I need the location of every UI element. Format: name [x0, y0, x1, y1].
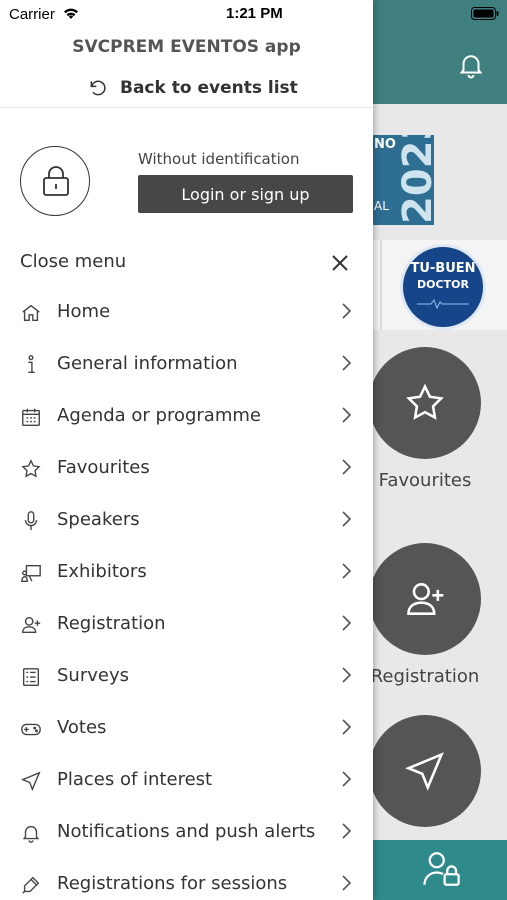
- footer-bar: [373, 840, 507, 900]
- calendar-icon: [22, 408, 40, 426]
- menu-item-label: Registration: [57, 613, 166, 634]
- favourites-tile[interactable]: [369, 347, 481, 459]
- menu-item-notifications[interactable]: Notifications and push alerts: [0, 808, 373, 860]
- chevron-right-icon: [342, 511, 352, 527]
- logo-text-1: TU-BUEN: [410, 261, 476, 276]
- star-icon: [406, 383, 444, 420]
- undo-arrow-icon: [90, 80, 106, 96]
- star-icon: [21, 459, 41, 478]
- menu-item-agenda[interactable]: Agenda or programme: [0, 392, 373, 444]
- chevron-right-icon: [342, 875, 352, 891]
- identification-status: Without identification: [138, 150, 300, 168]
- menu-item-label: Notifications and push alerts: [57, 821, 316, 842]
- chevron-right-icon: [342, 719, 352, 735]
- gamepad-icon: [21, 723, 41, 736]
- sponsor-logo[interactable]: TU-BUEN DOCTOR: [400, 244, 486, 330]
- location-arrow-icon: [20, 771, 41, 792]
- menu-item-session-registrations[interactable]: Registrations for sessions: [0, 860, 373, 900]
- menu-item-home[interactable]: Home: [0, 288, 373, 340]
- bell-icon: [22, 825, 40, 843]
- back-to-events-button[interactable]: Back to events list: [88, 76, 298, 100]
- app-title: SVCPREM EVENTOS app: [72, 37, 301, 57]
- carrier-label: Carrier: [9, 6, 55, 23]
- banner-text-bottom: AL: [374, 199, 389, 213]
- survey-icon: [22, 668, 40, 686]
- chevron-right-icon: [342, 355, 352, 371]
- banner-year: 2023: [395, 135, 434, 224]
- favourites-tile-label: Favourites: [378, 470, 472, 491]
- bell-icon[interactable]: [456, 50, 486, 80]
- location-arrow-icon: [405, 752, 444, 791]
- close-icon[interactable]: [331, 254, 349, 272]
- menu-item-label: Places of interest: [57, 769, 213, 790]
- chevron-right-icon: [342, 563, 352, 579]
- chevron-right-icon: [342, 615, 352, 631]
- menu-item-label: Favourites: [57, 457, 150, 478]
- menu-item-label: Surveys: [57, 665, 129, 686]
- places-tile[interactable]: [369, 715, 481, 827]
- add-user-icon: [22, 616, 41, 634]
- menu-item-favourites[interactable]: Favourites: [0, 444, 373, 496]
- menu-item-places-of-interest[interactable]: Places of interest: [0, 756, 373, 808]
- menu-item-surveys[interactable]: Surveys: [0, 652, 373, 704]
- add-user-icon: [407, 583, 444, 615]
- side-drawer: SVCPREM EVENTOS app Back to events list …: [0, 0, 373, 900]
- pulse-line-icon: [417, 299, 469, 309]
- menu-item-votes[interactable]: Votes: [0, 704, 373, 756]
- menu-item-label: Registrations for sessions: [57, 873, 288, 894]
- menu-item-label: Exhibitors: [57, 561, 147, 582]
- info-icon: [28, 355, 35, 374]
- status-bar: Carrier 1:21 PM: [0, 0, 507, 28]
- menu-item-speakers[interactable]: Speakers: [0, 496, 373, 548]
- banner-text-top: NO: [374, 137, 396, 152]
- chevron-right-icon: [342, 823, 352, 839]
- divider: [0, 107, 373, 108]
- registration-tile[interactable]: [369, 543, 481, 655]
- menu-item-general-information[interactable]: General information: [0, 340, 373, 392]
- microphone-icon: [24, 511, 38, 531]
- menu-item-exhibitors[interactable]: Exhibitors: [0, 548, 373, 600]
- menu-item-registration[interactable]: Registration: [0, 600, 373, 652]
- home-icon: [22, 304, 40, 322]
- lock-icon: [43, 166, 69, 196]
- menu-item-label: Home: [57, 301, 111, 322]
- pen-icon: [22, 876, 40, 894]
- chevron-right-icon: [342, 303, 352, 319]
- close-menu-label: Close menu: [20, 251, 127, 272]
- menu-item-label: Votes: [57, 717, 107, 738]
- login-button[interactable]: Login or sign up: [138, 175, 353, 213]
- user-lock-icon[interactable]: [421, 848, 463, 890]
- logo-text-2: DOCTOR: [417, 278, 469, 291]
- back-label: Back to events list: [120, 78, 298, 98]
- exhibitor-icon: [21, 564, 41, 582]
- event-banner[interactable]: NO AL 2023: [372, 135, 434, 225]
- registration-tile-label: Registration: [370, 666, 480, 687]
- clock: 1:21 PM: [226, 5, 283, 22]
- user-avatar: [20, 146, 90, 216]
- battery-icon: [471, 7, 499, 20]
- close-menu-row[interactable]: Close menu: [20, 250, 350, 278]
- menu-item-label: Speakers: [57, 509, 140, 530]
- chevron-right-icon: [342, 771, 352, 787]
- chevron-right-icon: [342, 667, 352, 683]
- chevron-right-icon: [342, 459, 352, 475]
- menu-item-label: Agenda or programme: [57, 405, 261, 426]
- menu-item-label: General information: [57, 353, 238, 374]
- chevron-right-icon: [342, 407, 352, 423]
- wifi-icon: [64, 8, 78, 19]
